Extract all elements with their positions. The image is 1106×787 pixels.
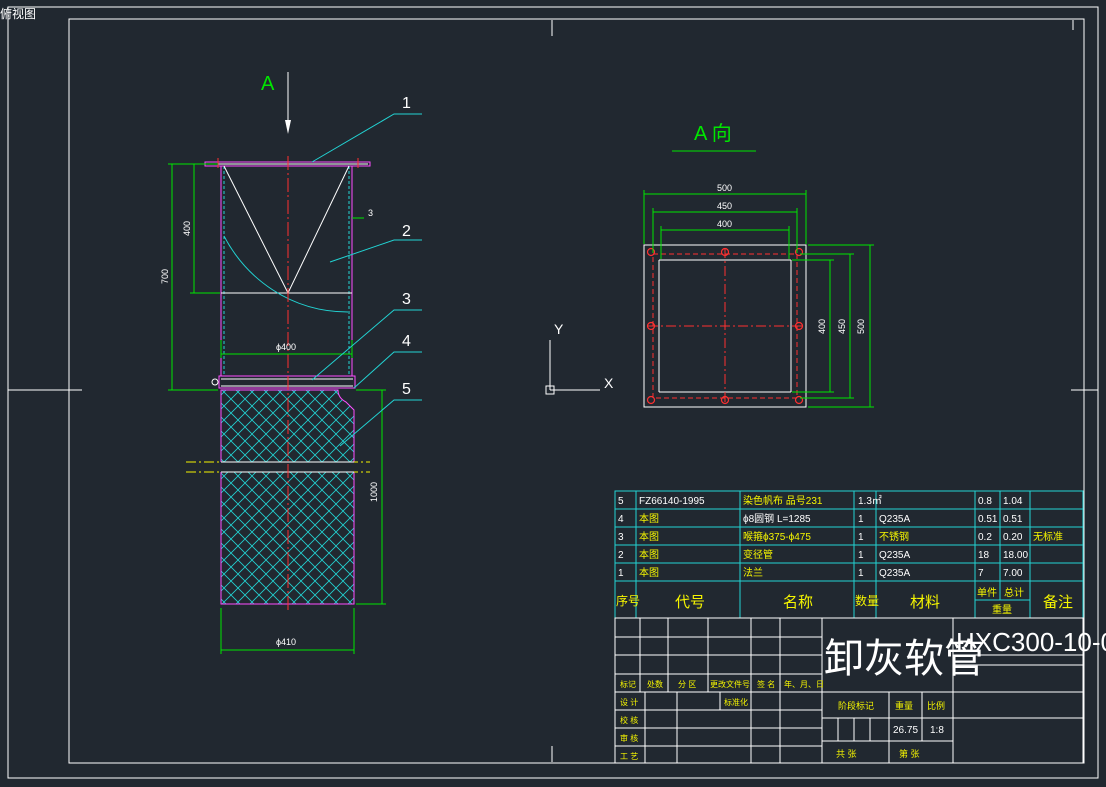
scale-value: 1:8 [930, 725, 944, 736]
bom-cell-material: Q235A [879, 514, 910, 525]
dim-outer-dia: ϕ410 [276, 637, 296, 647]
dim-h450: 450 [837, 319, 847, 334]
bom-cell-code: 本图 [639, 566, 659, 579]
bom-cell-name: 喉箍ϕ375-ϕ475 [743, 530, 811, 543]
bom-cell-note: 无标准 [1033, 531, 1063, 543]
role-label-review: 审 核 [620, 733, 638, 743]
ucs-y-label: Y [554, 321, 564, 337]
bom-headers: 序号 代号 名称 数量 材料 单件 总计 重量 备注 [616, 586, 1073, 616]
callout-4: 4 [402, 333, 411, 350]
bom-cell-material: Q235A [879, 568, 910, 579]
sheet-number: 第 张 [899, 748, 920, 759]
std-label: 标准化 [724, 697, 748, 707]
bom-cell-total: 0.20 [1003, 532, 1023, 543]
bom-cell-unit: 18 [978, 550, 990, 561]
role-label-process: 工 艺 [620, 752, 638, 761]
sheets-total: 共 张 [836, 749, 857, 759]
weight-label: 重量 [895, 700, 913, 711]
bom-header-weight: 重量 [992, 603, 1012, 616]
rev-label-zone: 分 区 [678, 680, 696, 689]
dim-upper-height: 400 [182, 221, 192, 236]
bom-header-name: 名称 [783, 594, 813, 611]
dim-lower-height: 1000 [369, 482, 379, 502]
a-view-title: A 向 [694, 122, 732, 145]
bom-rows: 5 FZ66140-1995 染色帆布 品号231 1.3㎡ 0.8 1.04 4 本图 ϕ8圆… [618, 494, 1063, 579]
dim-w500: 500 [717, 183, 732, 193]
rev-label-count: 处数 [647, 679, 663, 689]
dim-h400: 400 [817, 319, 827, 334]
bom-cell-code: 本图 [639, 548, 659, 561]
bom-header-total: 总计 [1004, 586, 1024, 599]
dim-w400: 400 [717, 219, 732, 229]
bom-cell-qty: 1 [858, 550, 864, 561]
view-a-arrow-letter: A [261, 73, 275, 95]
bom-cell-unit: 0.8 [978, 496, 992, 507]
scale-label: 比例 [927, 700, 945, 711]
bom-cell-qty: 1 [858, 514, 864, 525]
bom-header-material: 材料 [910, 594, 940, 611]
bom-header-unit: 单件 [977, 587, 997, 599]
bom-cell-no: 2 [618, 550, 624, 561]
dim-inner-dia: ϕ400 [276, 342, 296, 352]
bom-cell-total: 0.51 [1003, 514, 1023, 525]
bom-cell-total: 7.00 [1003, 568, 1023, 579]
dim-h500: 500 [856, 319, 866, 334]
bom-cell-no: 1 [618, 568, 624, 579]
a-view: A 向 [643, 122, 807, 408]
rev-label-date: 年、月、日 [784, 679, 824, 689]
bom-cell-material: 不锈钢 [879, 530, 909, 543]
bom-cell-unit: 0.2 [978, 532, 992, 543]
bom-cell-code: 本图 [639, 530, 659, 543]
bom-cell-name: 法兰 [743, 566, 763, 579]
bom-cell-material: Q235A [879, 550, 910, 561]
bom-cell-unit: 0.51 [978, 514, 998, 525]
bom-cell-name: 染色帆布 品号231 [743, 494, 823, 507]
bom-cell-code: 本图 [639, 512, 659, 525]
bom-cell-qty: 1 [858, 568, 864, 579]
role-label-design: 设 计 [620, 697, 638, 707]
stage-label: 阶段标记 [838, 700, 874, 711]
bom-cell-no: 4 [618, 514, 624, 525]
rev-label-mark: 标记 [620, 679, 636, 689]
bom-cell-total: 18.00 [1003, 550, 1028, 561]
ucs-x-label: X [604, 375, 614, 391]
bom-cell-unit: 7 [978, 568, 984, 579]
bom-header-qty: 数量 [855, 593, 879, 608]
bom-cell-qty: 1.3㎡ [858, 495, 882, 507]
bom-cell-code: FZ66140-1995 [639, 496, 705, 507]
bom-cell-name: ϕ8圆钢 L=1285 [743, 512, 811, 525]
weight-value: 26.75 [893, 725, 918, 736]
ucs-icon [545, 340, 600, 395]
bom-header-code: 代号 [675, 594, 705, 611]
callout-5: 5 [402, 381, 411, 398]
bom-cell-qty: 1 [858, 532, 864, 543]
bom-header-note: 备注 [1043, 594, 1073, 611]
rev-label-doc: 更改文件号 [710, 679, 750, 689]
callout-1: 1 [402, 95, 411, 112]
bom-cell-no: 5 [618, 496, 624, 507]
role-label-check: 校 核 [620, 715, 638, 725]
drawing-number: HXC300-10-0 [956, 627, 1106, 657]
callout-3: 3 [402, 291, 411, 308]
bom-cell-no: 3 [618, 532, 624, 543]
bom-cell-name: 变径管 [743, 548, 773, 561]
bom-header-no: 序号 [616, 593, 640, 608]
a-view-dimensions [643, 190, 874, 408]
callout-2: 2 [402, 223, 411, 240]
dim-total-height: 700 [160, 269, 170, 284]
callout-numbers: 1 2 3 4 5 [402, 95, 411, 398]
drawing-canvas[interactable]: A 700 400 3 ϕ400 1000 ϕ410 1 2 3 4 5 Y X… [0, 0, 1106, 787]
dim-wall: 3 [368, 208, 373, 218]
dim-w450: 450 [717, 201, 732, 211]
bom-cell-total: 1.04 [1003, 496, 1023, 507]
rev-label-sign: 签 名 [757, 679, 775, 689]
